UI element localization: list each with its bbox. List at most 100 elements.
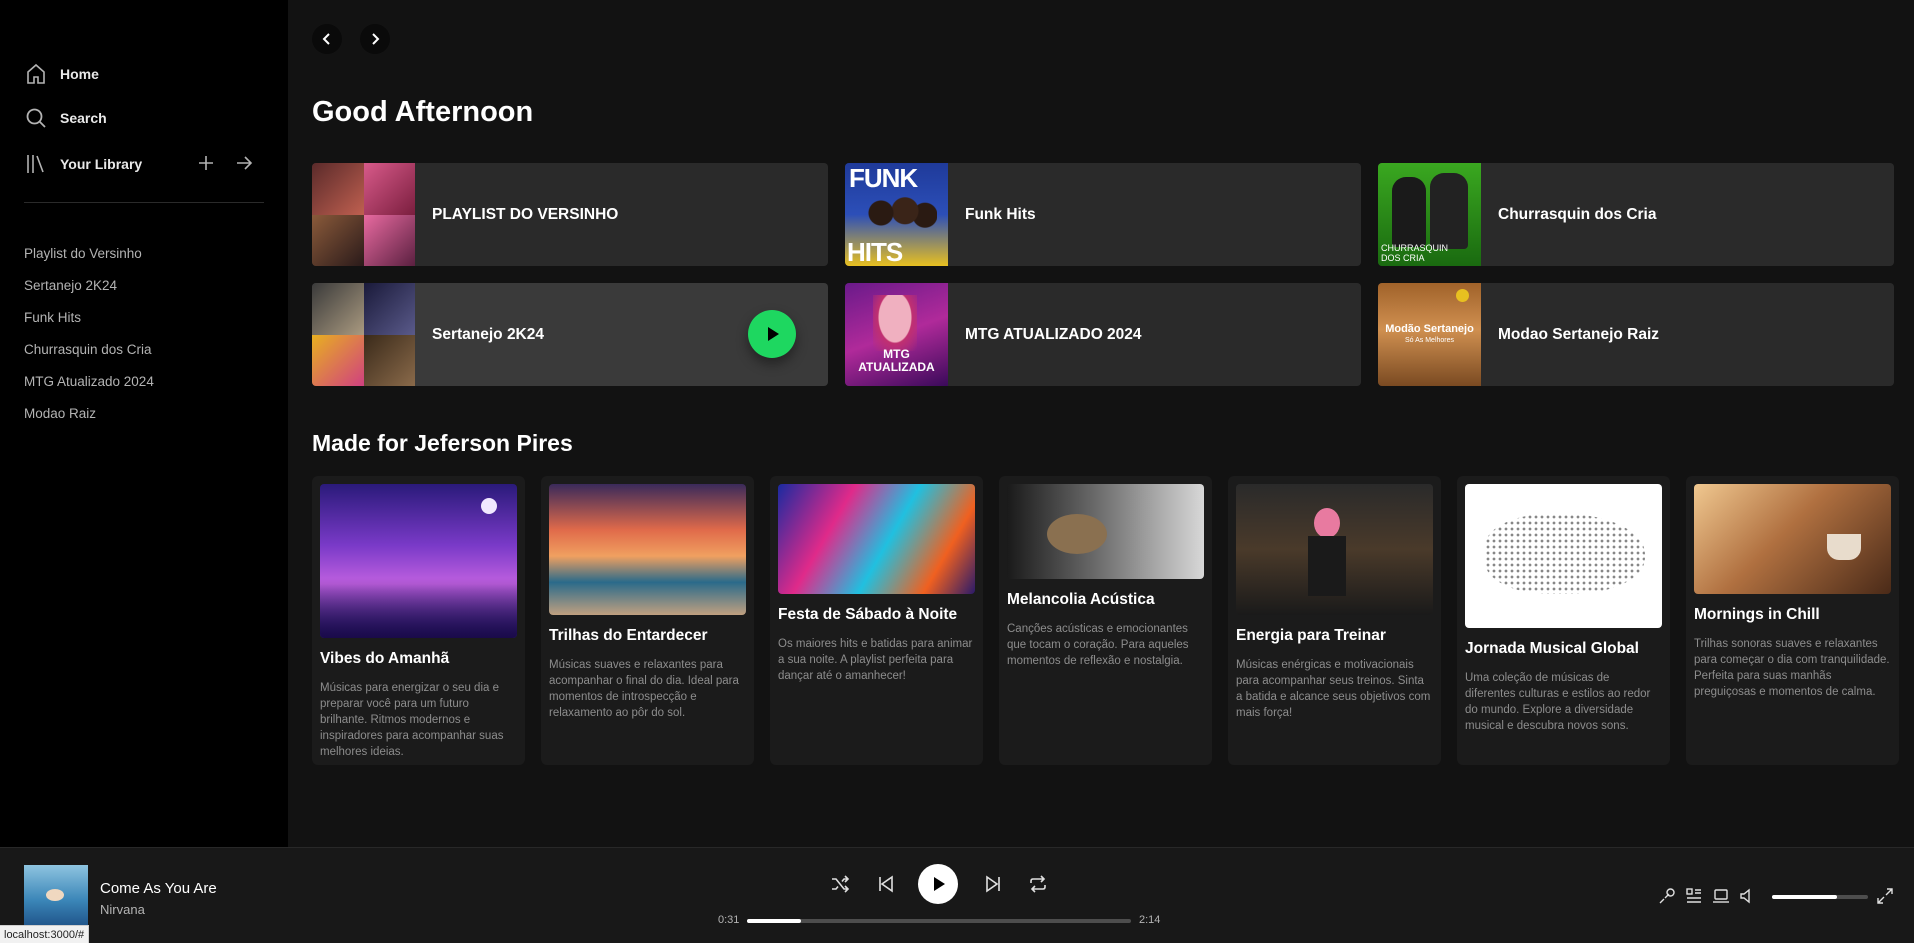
made-for-row: Vibes do Amanhã Músicas para energizar o… [312, 476, 1899, 765]
sidebar-playlist-item[interactable]: Sertanejo 2K24 [24, 278, 154, 310]
made-card-cover [320, 484, 517, 638]
add-playlist-button[interactable] [196, 153, 216, 173]
chevron-right-icon [372, 33, 380, 45]
made-for-card-jornada-musical-global[interactable]: Jornada Musical Global Uma coleção de mú… [1457, 476, 1670, 765]
quick-access-grid: PLAYLIST DO VERSINHO FUNK HITS Funk Hits… [312, 163, 1896, 386]
cover-text-bottom: HITS [847, 237, 903, 266]
made-for-card-mornings-in-chill[interactable]: Mornings in Chill Trilhas sonoras suaves… [1686, 476, 1899, 765]
made-for-card-vibes-do-amanha[interactable]: Vibes do Amanhã Músicas para energizar o… [312, 476, 525, 765]
made-card-description: Músicas enérgicas e motivacionais para a… [1236, 659, 1431, 719]
made-card-title: Trilhas do Entardecer [549, 627, 708, 644]
skip-forward-icon [986, 875, 1000, 893]
quick-card-mtg-atualizado-2024[interactable]: MTG ATUALIZADA MTG ATUALIZADO 2024 [845, 283, 1361, 386]
repeat-icon [1030, 875, 1046, 893]
plus-icon [199, 156, 213, 170]
quick-card-playlist-do-versinho[interactable]: PLAYLIST DO VERSINHO [312, 163, 828, 266]
made-for-card-energia-para-treinar[interactable]: Energia para Treinar Músicas enérgicas e… [1228, 476, 1441, 765]
now-playing-cover[interactable] [24, 865, 88, 929]
made-card-cover [778, 484, 975, 594]
made-card-cover [1236, 484, 1433, 615]
greeting-title: Good Afternoon [312, 96, 534, 128]
library-actions [196, 153, 254, 173]
quick-card-title: Modao Sertanejo Raiz [1498, 325, 1660, 343]
now-playing-title[interactable]: Come As You Are [100, 880, 217, 897]
made-for-card-trilhas-do-entardecer[interactable]: Trilhas do Entardecer Músicas suaves e r… [541, 476, 754, 765]
cover-text: CHURRASQUIN DOS CRIA [1381, 243, 1449, 263]
play-icon [768, 327, 779, 341]
volume-icon[interactable] [1739, 887, 1757, 905]
next-button[interactable] [983, 874, 1003, 894]
made-card-title: Festa de Sábado à Noite [778, 606, 958, 623]
player-bar: Come As You Are Nirvana [0, 847, 1914, 943]
made-for-card-festa-de-sabado-a-noite[interactable]: Festa de Sábado à Noite Os maiores hits … [770, 476, 983, 765]
nav-home-label: Home [60, 66, 99, 82]
lyrics-mic-icon[interactable] [1658, 887, 1676, 905]
made-card-description: Uma coleção de músicas de diferentes cul… [1465, 672, 1651, 732]
made-card-cover [1007, 484, 1204, 579]
nav-search-label: Search [60, 110, 107, 126]
queue-icon[interactable] [1685, 887, 1703, 905]
nav-home[interactable]: Home [24, 62, 99, 86]
shuffle-icon [832, 875, 850, 893]
made-card-title: Jornada Musical Global [1465, 640, 1639, 657]
skip-back-icon [879, 875, 893, 893]
quick-card-sertanejo-2k24[interactable]: Sertanejo 2K24 [312, 283, 828, 386]
now-playing-artist[interactable]: Nirvana [100, 902, 145, 917]
sidebar-playlist-item[interactable]: Playlist do Versinho [24, 246, 154, 278]
sidebar-divider [24, 202, 264, 203]
shuffle-button[interactable] [830, 874, 850, 894]
volume-fill [1772, 895, 1838, 899]
expand-library-button[interactable] [234, 153, 254, 173]
sidebar-playlist-item[interactable]: MTG Atualizado 2024 [24, 374, 154, 406]
cover-text: MTG ATUALIZADA [858, 347, 935, 374]
quick-card-churrasquin-dos-cria[interactable]: CHURRASQUIN DOS CRIA Churrasquin dos Cri… [1378, 163, 1894, 266]
back-button[interactable] [312, 24, 342, 54]
arrow-right-icon [237, 156, 253, 170]
made-card-title: Vibes do Amanhã [320, 650, 450, 667]
home-icon [27, 63, 45, 84]
volume-slider[interactable] [1772, 895, 1868, 899]
quick-card-cover: FUNK HITS [845, 163, 948, 266]
made-card-description: Músicas para energizar o seu dia e prepa… [320, 682, 504, 758]
made-card-title: Mornings in Chill [1694, 606, 1820, 623]
connect-device-icon[interactable] [1712, 887, 1730, 905]
sidebar-playlist-item[interactable]: Modao Raiz [24, 406, 154, 438]
made-card-cover [1465, 484, 1662, 628]
quick-card-play-button[interactable] [748, 310, 796, 358]
sidebar-playlist-item[interactable]: Funk Hits [24, 310, 154, 342]
repeat-button[interactable] [1028, 874, 1048, 894]
total-time: 2:14 [1139, 914, 1161, 926]
made-card-description: Os maiores hits e batidas para animar a … [778, 638, 973, 682]
made-card-description: Canções acústicas e emocionantes que toc… [1007, 623, 1189, 667]
play-icon [934, 877, 945, 891]
nav-library-label: Your Library [60, 156, 143, 172]
made-card-title: Melancolia Acústica [1007, 591, 1155, 608]
nav-search[interactable]: Search [24, 106, 107, 130]
quick-card-cover [312, 283, 415, 386]
quick-card-cover: MTG ATUALIZADA [845, 283, 948, 386]
made-card-cover [1694, 484, 1891, 594]
chevron-left-icon [322, 33, 330, 45]
quick-card-title: Sertanejo 2K24 [432, 325, 544, 343]
library-icon [27, 155, 44, 173]
sidebar-playlist-list: Playlist do Versinho Sertanejo 2K24 Funk… [24, 246, 154, 438]
quick-card-cover [312, 163, 415, 266]
quick-card-funk-hits[interactable]: FUNK HITS Funk Hits [845, 163, 1361, 266]
sidebar-playlist-item[interactable]: Churrasquin dos Cria [24, 342, 154, 374]
nav-library[interactable]: Your Library [24, 152, 142, 176]
quick-card-title: MTG ATUALIZADO 2024 [965, 325, 1142, 343]
made-for-card-melancolia-acustica[interactable]: Melancolia Acústica Canções acústicas e … [999, 476, 1212, 765]
forward-button[interactable] [360, 24, 390, 54]
quick-card-cover: Modão Sertanejo Só As Melhores [1378, 283, 1481, 386]
fullscreen-icon[interactable] [1876, 887, 1894, 905]
cover-text-top: FUNK [849, 163, 918, 193]
made-card-title: Energia para Treinar [1236, 627, 1386, 644]
quick-card-modao-sertanejo-raiz[interactable]: Modão Sertanejo Só As Melhores Modao Ser… [1378, 283, 1894, 386]
verified-badge-icon [1456, 289, 1469, 302]
elapsed-time: 0:31 [718, 914, 740, 926]
quick-card-title: Funk Hits [965, 205, 1036, 223]
quick-card-cover: CHURRASQUIN DOS CRIA [1378, 163, 1481, 266]
progress-bar[interactable] [747, 919, 1131, 923]
previous-button[interactable] [876, 874, 896, 894]
play-pause-button[interactable] [918, 864, 958, 904]
